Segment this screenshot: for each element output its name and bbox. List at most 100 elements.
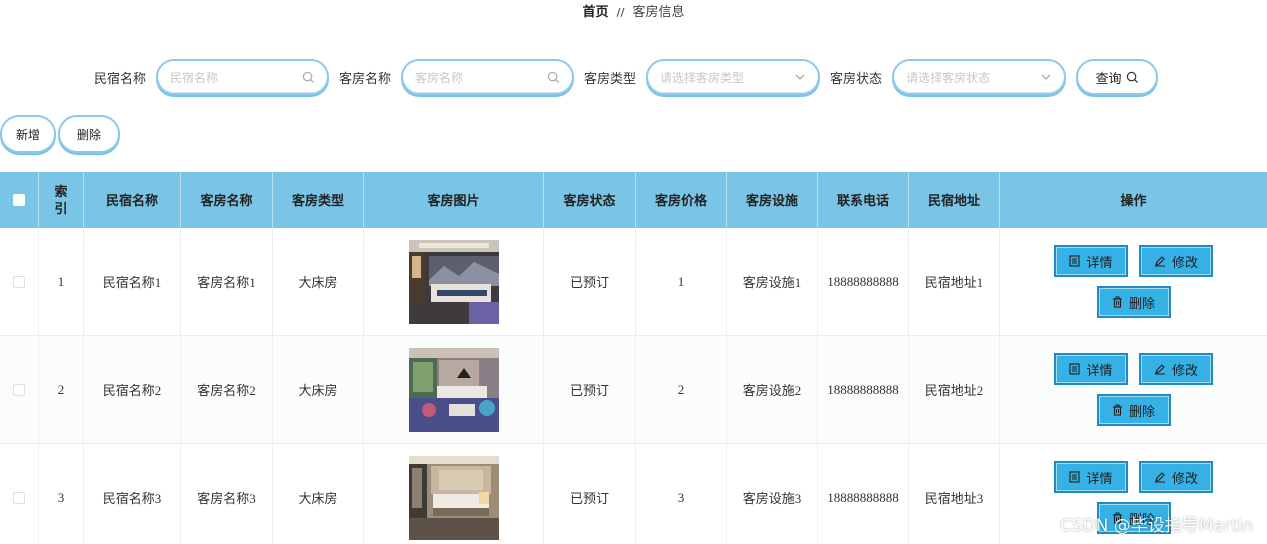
query-button[interactable]: 查询 [1076, 59, 1159, 95]
query-label: 查询 [1095, 71, 1122, 87]
detail-button[interactable]: 详情 [1054, 353, 1128, 385]
detail-label: 详情 [1086, 471, 1113, 487]
action-bar: 新增 删除 [0, 115, 122, 153]
room-name-placeholder: 客房名称 [415, 70, 464, 85]
cell-facility: 客房设施1 [727, 228, 818, 335]
breadcrumb-home[interactable]: 首页 [582, 5, 608, 20]
row-select-cell [0, 336, 39, 443]
delete-button[interactable]: 删除 [1096, 286, 1171, 318]
homestay-name-input[interactable]: 民宿名称 [156, 59, 330, 95]
header-room: 客房名称 [181, 172, 273, 228]
detail-button[interactable]: 详情 [1054, 461, 1128, 493]
cell-status: 已预订 [544, 336, 636, 443]
select-all-checkbox[interactable] [13, 194, 25, 206]
room-type-label: 客房类型 [584, 71, 637, 87]
batch-delete-button[interactable]: 删除 [58, 115, 120, 153]
edit-button[interactable]: 修改 [1139, 245, 1213, 277]
breadcrumb-separator: // [616, 6, 625, 19]
detail-label: 详情 [1086, 363, 1113, 379]
table-header: 索引 民宿名称 客房名称 客房类型 客房图片 客房状态 客房价格 客房设施 联系… [0, 172, 1267, 228]
cell-room: 客房名称3 [181, 444, 273, 544]
cell-type: 大床房 [273, 228, 364, 335]
edit-button[interactable]: 修改 [1139, 353, 1213, 385]
cell-room: 客房名称1 [181, 228, 273, 335]
room-photo[interactable] [408, 347, 499, 432]
search-icon [1126, 71, 1138, 83]
room-table: 索引 民宿名称 客房名称 客房类型 客房图片 客房状态 客房价格 客房设施 联系… [0, 172, 1267, 544]
trash-icon [1112, 404, 1122, 416]
cell-room: 客房名称2 [181, 336, 273, 443]
row-select-cell [0, 444, 39, 544]
delete-label: 删除 [1128, 296, 1155, 312]
watermark: CSDN @毕设指导Martin [1059, 516, 1253, 536]
edit-label: 修改 [1171, 471, 1198, 487]
cell-price: 2 [636, 336, 727, 443]
cell-address: 民宿地址2 [909, 336, 1000, 443]
cell-index: 3 [39, 444, 84, 544]
cell-facility: 客房设施2 [727, 336, 818, 443]
breadcrumb: 首页 // 客房信息 [0, 5, 1267, 21]
cell-homestay: 民宿名称1 [84, 228, 181, 335]
cell-status: 已预订 [544, 228, 636, 335]
homestay-name-label: 民宿名称 [94, 71, 147, 87]
room-name-input[interactable]: 客房名称 [401, 59, 575, 95]
cell-phone: 18888888888 [818, 228, 909, 335]
detail-button[interactable]: 详情 [1054, 245, 1128, 277]
room-status-placeholder: 请选择客房状态 [906, 70, 991, 85]
table-row: 1 民宿名称1 客房名称1 大床房 已预订 1 客房设施1 1888888888… [0, 228, 1267, 336]
edit-icon [1154, 256, 1165, 267]
room-type-select[interactable]: 请选择客房类型 [646, 59, 821, 95]
edit-label: 修改 [1171, 363, 1198, 379]
row-checkbox[interactable] [13, 491, 25, 504]
trash-icon [1112, 296, 1122, 308]
cell-homestay: 民宿名称3 [84, 444, 181, 544]
document-icon [1069, 471, 1081, 483]
header-address: 民宿地址 [909, 172, 1000, 228]
room-status-select[interactable]: 请选择客房状态 [892, 59, 1067, 95]
homestay-name-placeholder: 民宿名称 [170, 70, 219, 85]
delete-button[interactable]: 删除 [1096, 394, 1171, 426]
header-index: 索引 [39, 172, 84, 228]
table-row: 2 民宿名称2 客房名称2 大床房 已预订 2 客房设施2 1888888888… [0, 336, 1267, 444]
cell-type: 大床房 [273, 336, 364, 443]
cell-facility: 客房设施3 [727, 444, 818, 544]
breadcrumb-current: 客房信息 [632, 5, 685, 20]
cell-index: 1 [39, 228, 84, 335]
room-photo[interactable] [408, 455, 499, 540]
room-photo[interactable] [408, 239, 499, 324]
room-name-label: 客房名称 [339, 71, 392, 87]
add-button[interactable]: 新增 [0, 115, 56, 153]
cell-phone: 18888888888 [818, 444, 909, 544]
header-price: 客房价格 [636, 172, 727, 228]
cell-index: 2 [39, 336, 84, 443]
header-phone: 联系电话 [818, 172, 909, 228]
search-bar: 民宿名称 民宿名称 客房名称 客房名称 客房类型 请选择客房类型 客房状态 请选… [94, 59, 1159, 95]
cell-photo [364, 336, 544, 443]
room-status-label: 客房状态 [830, 71, 883, 87]
cell-phone: 18888888888 [818, 336, 909, 443]
cell-photo [364, 228, 544, 335]
cell-price: 3 [636, 444, 727, 544]
cell-status: 已预订 [544, 444, 636, 544]
header-type: 客房类型 [273, 172, 364, 228]
document-icon [1069, 363, 1081, 375]
cell-operations: 详情 修改 删除 [1000, 228, 1267, 335]
header-facility: 客房设施 [727, 172, 818, 228]
header-status: 客房状态 [544, 172, 636, 228]
edit-button[interactable]: 修改 [1139, 461, 1213, 493]
cell-address: 民宿地址1 [909, 228, 1000, 335]
room-type-placeholder: 请选择客房类型 [660, 70, 745, 85]
delete-label: 删除 [1128, 404, 1155, 420]
cell-photo [364, 444, 544, 544]
document-icon [1069, 255, 1081, 267]
cell-operations: 详情 修改 删除 [1000, 336, 1267, 443]
row-select-cell [0, 228, 39, 335]
edit-icon [1154, 472, 1165, 483]
edit-icon [1154, 364, 1165, 375]
header-photo: 客房图片 [364, 172, 544, 228]
cell-type: 大床房 [273, 444, 364, 544]
search-icon [547, 71, 560, 83]
row-checkbox[interactable] [13, 275, 25, 288]
cell-address: 民宿地址3 [909, 444, 1000, 544]
row-checkbox[interactable] [13, 383, 25, 396]
